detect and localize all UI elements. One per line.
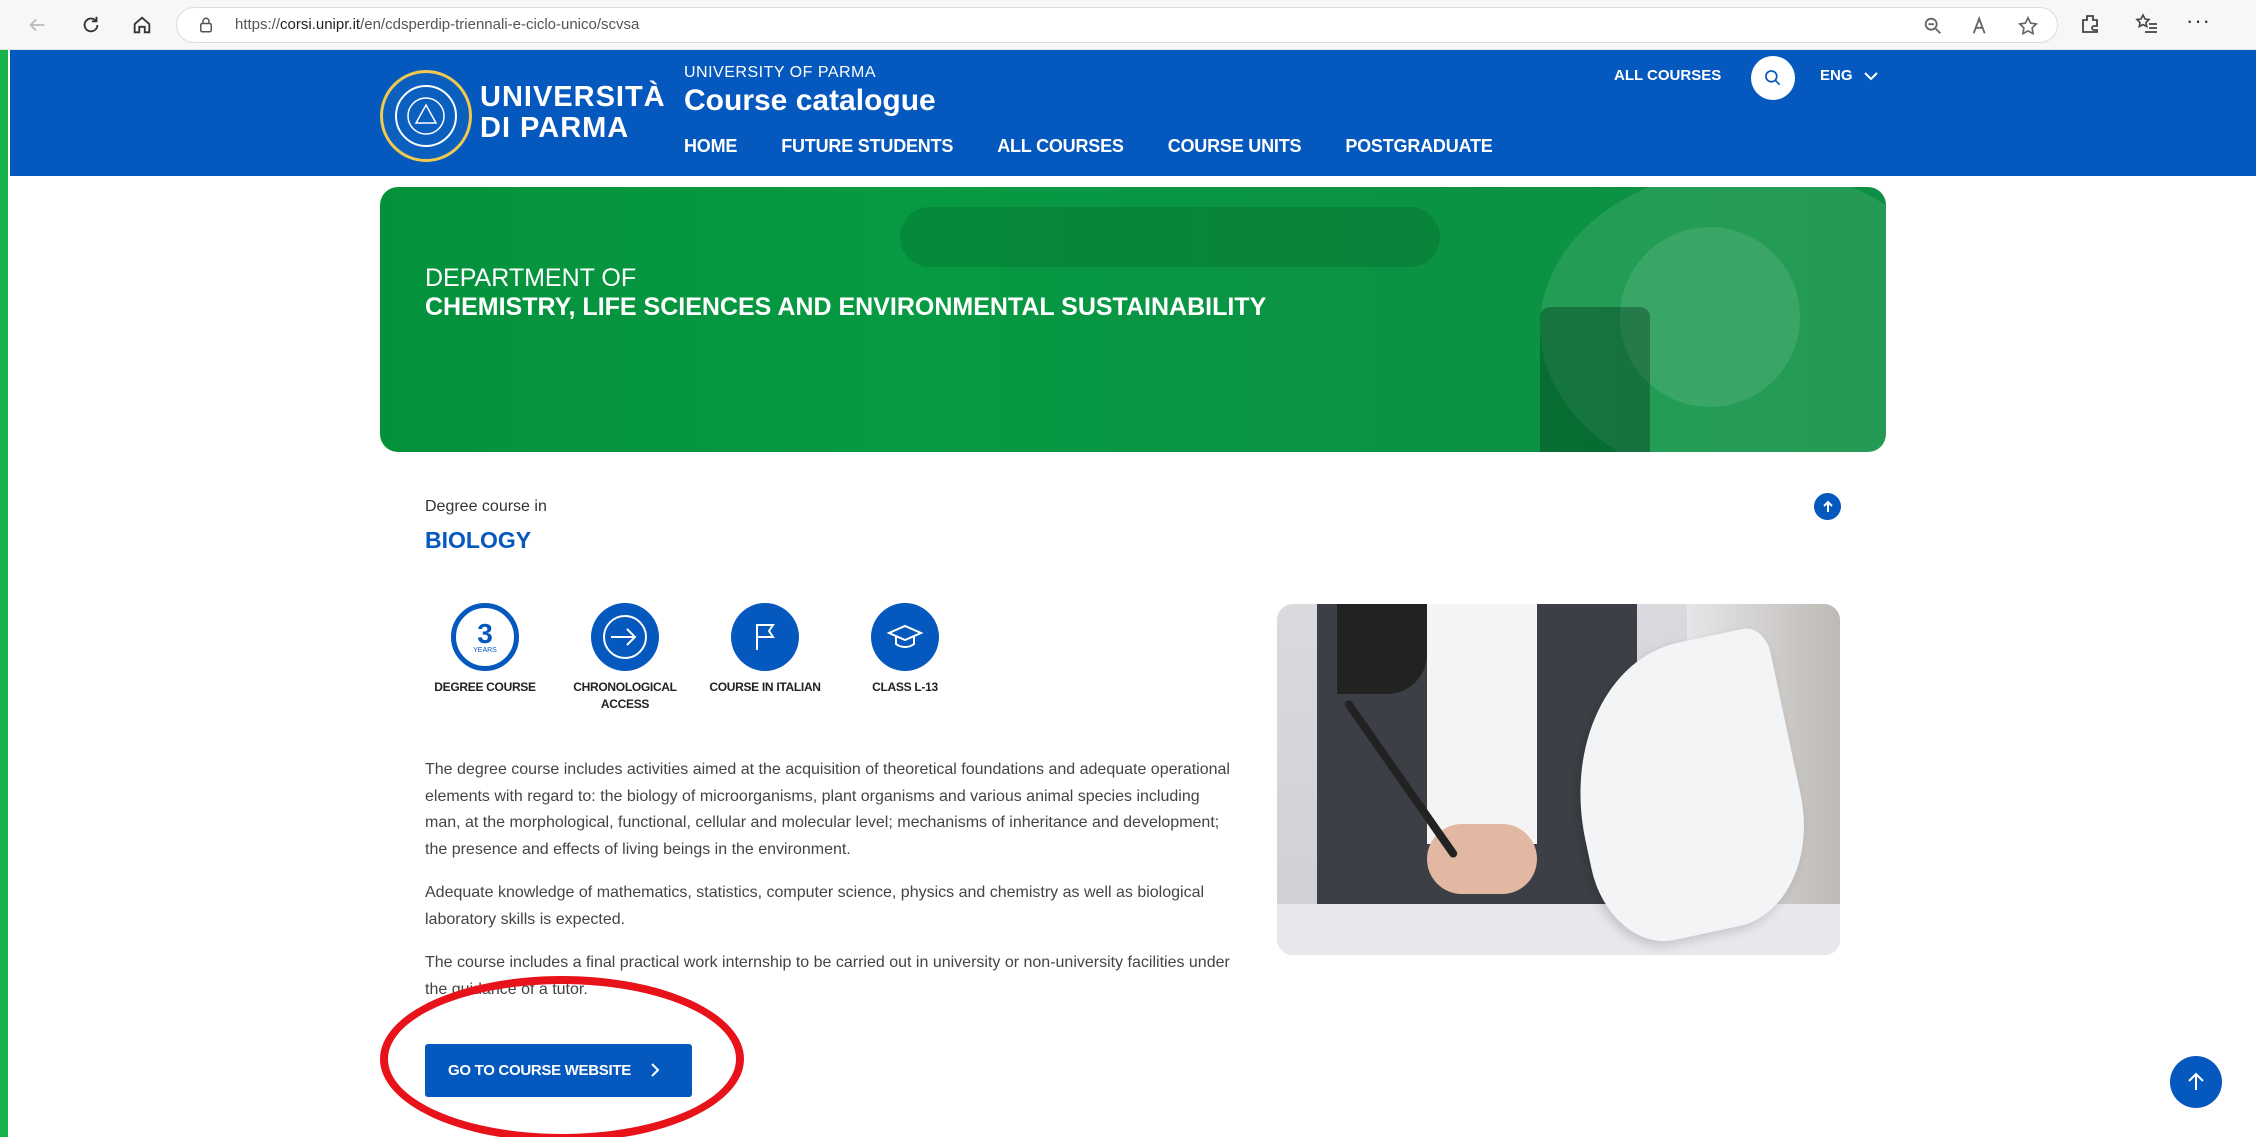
feature-degree-course: 3 YEARS DEGREE COURSE	[415, 603, 555, 696]
chevron-right-icon	[651, 1063, 660, 1077]
back-to-top-button[interactable]	[2170, 1056, 2222, 1108]
favorites-list-icon[interactable]	[2135, 12, 2159, 36]
extensions-icon[interactable]	[2078, 12, 2102, 36]
course-description-paragraph: The degree course includes activities ai…	[425, 761, 1230, 858]
language-selector[interactable]: ENG	[1820, 67, 1879, 84]
department-name: CHEMISTRY, LIFE SCIENCES AND ENVIRONMENT…	[425, 293, 1267, 321]
lock-icon[interactable]	[197, 16, 215, 34]
student-writing-photo	[1277, 604, 1840, 955]
flag-icon	[731, 603, 799, 671]
nav-course-units[interactable]: COURSE UNITS	[1168, 136, 1302, 157]
degree-course-label: Degree course in	[425, 498, 547, 515]
more-menu-icon[interactable]: ···	[2186, 8, 2211, 34]
photo-shirt-shape	[1427, 604, 1537, 844]
nav-postgraduate[interactable]: POSTGRADUATE	[1345, 136, 1492, 157]
banner-microscope-shape	[1540, 307, 1650, 452]
enter-arrow-icon	[591, 603, 659, 671]
feature-label: CHRONOLOGICAL ACCESS	[573, 680, 677, 711]
scroll-up-small-button[interactable]	[1814, 493, 1841, 520]
three-years-icon: 3 YEARS	[451, 603, 519, 671]
language-label: ENG	[1820, 67, 1853, 84]
course-description-paragraph: Adequate knowledge of mathematics, stati…	[425, 884, 1205, 928]
home-icon[interactable]	[127, 10, 157, 40]
favorite-star-icon[interactable]	[2017, 15, 2039, 37]
department-label: DEPARTMENT OF	[425, 264, 637, 292]
department-banner: DEPARTMENT OF CHEMISTRY, LIFE SCIENCES A…	[380, 187, 1886, 452]
course-description-paragraph: The course includes a final practical wo…	[425, 954, 1230, 998]
cta-label: GO TO COURSE WEBSITE	[448, 1062, 631, 1079]
feature-label: DEGREE COURSE	[434, 680, 536, 694]
banner-background-shape	[900, 207, 1440, 267]
search-button[interactable]	[1751, 56, 1795, 100]
header-overline: UNIVERSITY OF PARMA	[684, 64, 877, 81]
arrow-up-icon	[2188, 1072, 2204, 1090]
go-to-course-website-button[interactable]: GO TO COURSE WEBSITE	[425, 1044, 692, 1097]
url-text: https://corsi.unipr.it/en/cdsperdip-trie…	[235, 16, 640, 33]
zoom-out-icon[interactable]	[1922, 15, 1944, 37]
back-icon[interactable]	[22, 10, 52, 40]
site-title[interactable]: Course catalogue	[684, 84, 936, 118]
feature-course-in-italian: COURSE IN ITALIAN	[695, 603, 835, 696]
site-header: UNIVERSITÀ DI PARMA UNIVERSITY OF PARMA …	[10, 50, 2256, 176]
chevron-down-icon	[1863, 71, 1878, 80]
nav-home[interactable]: HOME	[684, 136, 737, 157]
feature-label: COURSE IN ITALIAN	[709, 680, 821, 694]
screen-frame-edge	[0, 0, 8, 1137]
main-navigation: HOME FUTURE STUDENTS ALL COURSES COURSE …	[684, 136, 1493, 157]
read-aloud-icon[interactable]	[1970, 15, 1992, 37]
reload-icon[interactable]	[76, 10, 106, 40]
arrow-up-icon	[1822, 500, 1833, 512]
nav-future-students[interactable]: FUTURE STUDENTS	[781, 136, 953, 157]
feature-class: CLASS L-13	[835, 603, 975, 696]
search-icon	[1765, 70, 1781, 86]
all-courses-link[interactable]: ALL COURSES	[1614, 67, 1721, 84]
graduation-cap-icon	[871, 603, 939, 671]
university-seal-logo[interactable]	[380, 70, 472, 162]
feature-label: CLASS L-13	[872, 680, 938, 694]
address-bar[interactable]: https://corsi.unipr.it/en/cdsperdip-trie…	[176, 7, 2058, 43]
nav-all-courses[interactable]: ALL COURSES	[997, 136, 1124, 157]
feature-chronological-access: CHRONOLOGICAL ACCESS	[555, 603, 695, 713]
photo-hair-shape	[1337, 604, 1427, 694]
course-title: BIOLOGY	[425, 527, 532, 553]
browser-toolbar: https://corsi.unipr.it/en/cdsperdip-trie…	[0, 0, 2256, 50]
university-logo-text[interactable]: UNIVERSITÀ DI PARMA	[480, 82, 666, 144]
